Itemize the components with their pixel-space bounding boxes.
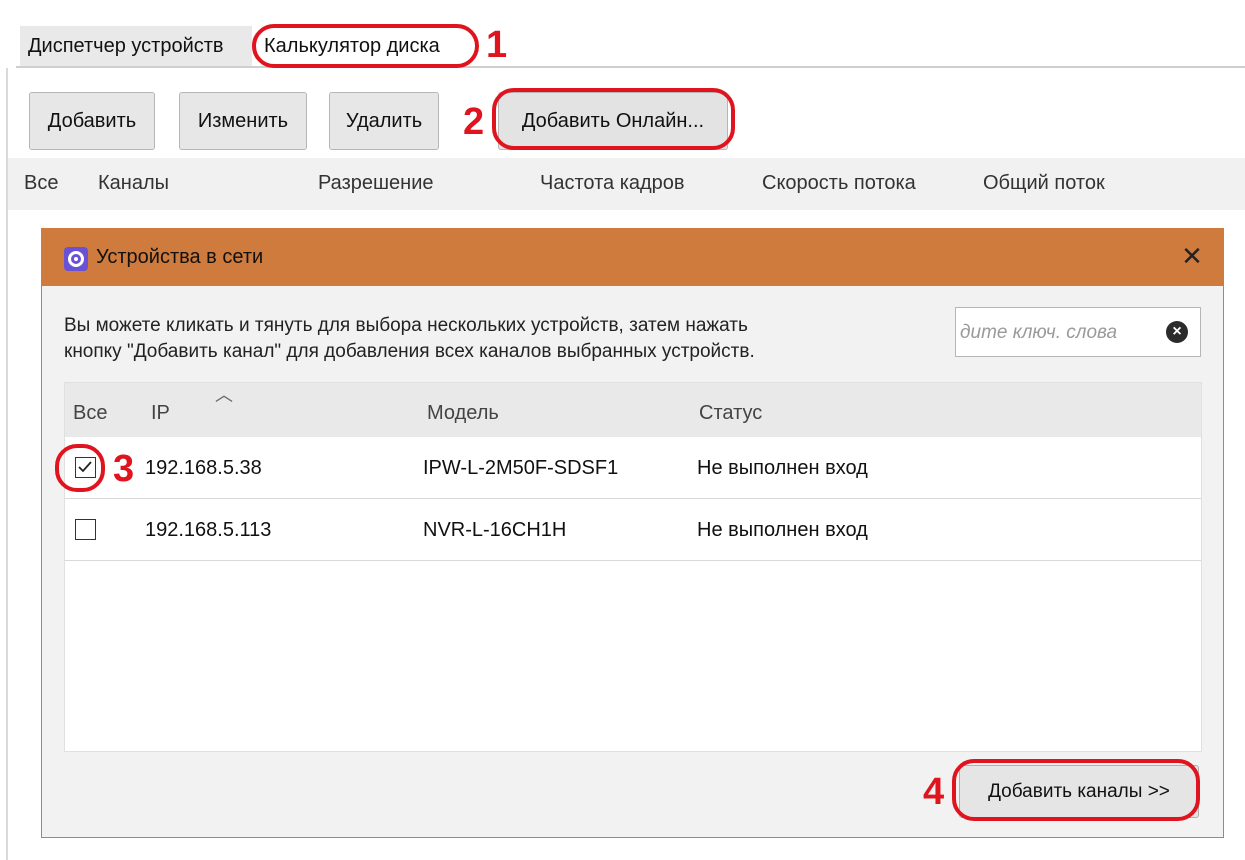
search-input[interactable]: дите ключ. слова × <box>955 307 1201 357</box>
annotation-number-4: 4 <box>923 771 945 813</box>
column-status[interactable]: Статус <box>699 402 762 425</box>
header-resolution[interactable]: Разрешение <box>318 172 434 195</box>
table-row[interactable]: 192.168.5.113 NVR-L-16CH1H Не выполнен в… <box>65 499 1201 561</box>
column-model[interactable]: Модель <box>427 402 499 425</box>
annotation-ring-3 <box>55 444 105 492</box>
edit-button[interactable]: Изменить <box>179 92 307 150</box>
online-devices-dialog: Устройства в сети ✕ Вы можете кликать и … <box>41 228 1224 838</box>
annotation-number-3: 3 <box>113 448 135 490</box>
table-row[interactable]: 192.168.5.38 IPW-L-2M50F-SDSF1 Не выполн… <box>65 437 1201 499</box>
header-channels[interactable]: Каналы <box>98 172 169 195</box>
row-status: Не выполнен вход <box>697 457 868 479</box>
row-ip: 192.168.5.113 <box>145 519 272 541</box>
search-placeholder: дите ключ. слова <box>960 322 1118 343</box>
annotation-ring-4 <box>952 759 1200 821</box>
tab-underline <box>16 66 1245 68</box>
header-total-stream[interactable]: Общий поток <box>983 172 1105 195</box>
dialog-title: Устройства в сети <box>96 246 264 268</box>
annotation-ring-2 <box>492 88 735 150</box>
column-all[interactable]: Все <box>73 402 107 425</box>
device-list: Все IP ︿ Модель Статус 192.168.5.38 IPW-… <box>64 382 1202 752</box>
row-checkbox[interactable] <box>75 519 96 540</box>
add-button[interactable]: Добавить <box>29 92 155 150</box>
clear-search-icon[interactable]: × <box>1166 321 1188 343</box>
annotation-ring-1 <box>252 24 479 68</box>
tab-device-manager[interactable]: Диспетчер устройств <box>20 26 252 66</box>
delete-button[interactable]: Удалить <box>329 92 439 150</box>
header-all[interactable]: Все <box>24 172 58 195</box>
column-ip[interactable]: IP <box>151 402 170 425</box>
row-model: IPW-L-2M50F-SDSF1 <box>423 457 619 479</box>
dialog-hint: Вы можете кликать и тянуть для выбора не… <box>64 313 755 365</box>
row-model: NVR-L-16CH1H <box>423 519 567 541</box>
header-bitrate[interactable]: Скорость потока <box>762 172 916 195</box>
hint-line-2: кнопку "Добавить канал" для добавления в… <box>64 341 755 362</box>
row-status: Не выполнен вход <box>697 519 868 541</box>
close-icon[interactable]: ✕ <box>1177 241 1207 271</box>
hint-line-1: Вы можете кликать и тянуть для выбора не… <box>64 315 748 336</box>
annotation-number-1: 1 <box>486 24 508 66</box>
gear-icon <box>64 247 88 271</box>
annotation-number-2: 2 <box>463 101 485 143</box>
sort-ascending-icon: ︿ <box>215 385 233 405</box>
device-list-header: Все IP ︿ Модель Статус <box>65 383 1201 437</box>
dialog-title-bar[interactable]: Устройства в сети ✕ <box>42 229 1223 286</box>
row-ip: 192.168.5.38 <box>145 457 262 479</box>
header-frame-rate[interactable]: Частота кадров <box>540 172 685 195</box>
